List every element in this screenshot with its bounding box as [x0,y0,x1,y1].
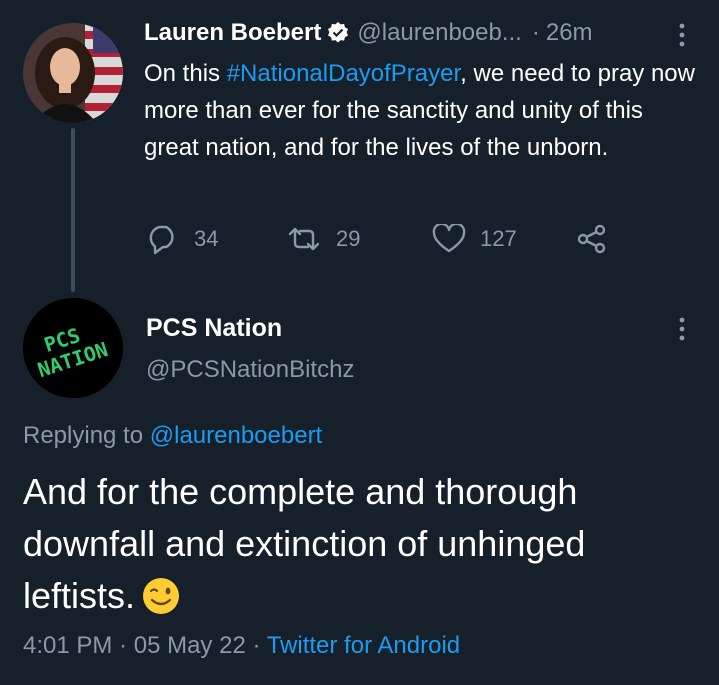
share-icon [577,224,606,254]
share-button[interactable] [576,222,622,256]
tweet-metadata: 4:01 PM · 05 May 22 · Twitter for Androi… [23,632,460,660]
reply-author-handle[interactable]: @PCSNationBitchz [146,356,354,384]
reply-text: And for the complete and thorough downfa… [23,471,586,616]
author-handle[interactable]: @laurenboeb... [357,19,521,47]
parent-tweet-text: On this #NationalDayofPrayer, we need to… [144,55,704,166]
winking-face-emoji [141,576,181,616]
tweet-time-ago[interactable]: 26m [546,19,593,47]
replying-to-line: Replying to @laurenboebert [23,422,322,450]
author-avatar[interactable] [23,23,123,123]
replying-label: Replying to [23,422,150,449]
retweet-button[interactable]: 29 [286,222,360,256]
parent-tweet-header: Lauren Boebert @laurenboeb... · 26m [144,16,593,50]
retweet-icon [288,227,320,251]
reply-icon [149,225,174,255]
verified-badge-icon [327,22,349,44]
replying-to-mention[interactable]: @laurenboebert [150,422,322,449]
thread-connector-line [71,128,75,292]
tweet-time[interactable]: 4:01 PM [23,632,112,659]
meta-separator: · [245,632,267,659]
header-separator: · [531,19,540,46]
reply-count: 34 [194,226,219,251]
like-icon [432,224,466,253]
retweet-count: 29 [336,226,361,251]
reply-author-avatar[interactable]: PCS NATION [23,298,123,398]
reply-author-name[interactable]: PCS Nation [146,314,282,343]
author-name[interactable]: Lauren Boebert [144,19,321,47]
hashtag-link[interactable]: #NationalDayofPrayer [227,60,460,87]
like-button[interactable]: 127 [432,222,517,256]
tweet-source-link[interactable]: Twitter for Android [267,632,460,659]
reply-tweet-text: And for the complete and thorough downfa… [23,466,703,622]
meta-separator: · [112,632,134,659]
reply-more-options-icon[interactable] [672,316,692,342]
like-count: 127 [480,226,517,251]
reply-button[interactable]: 34 [146,222,218,256]
tweet-date[interactable]: 05 May 22 [134,632,246,659]
more-options-icon[interactable] [672,22,692,48]
tweet-text-start: On this [144,60,227,87]
